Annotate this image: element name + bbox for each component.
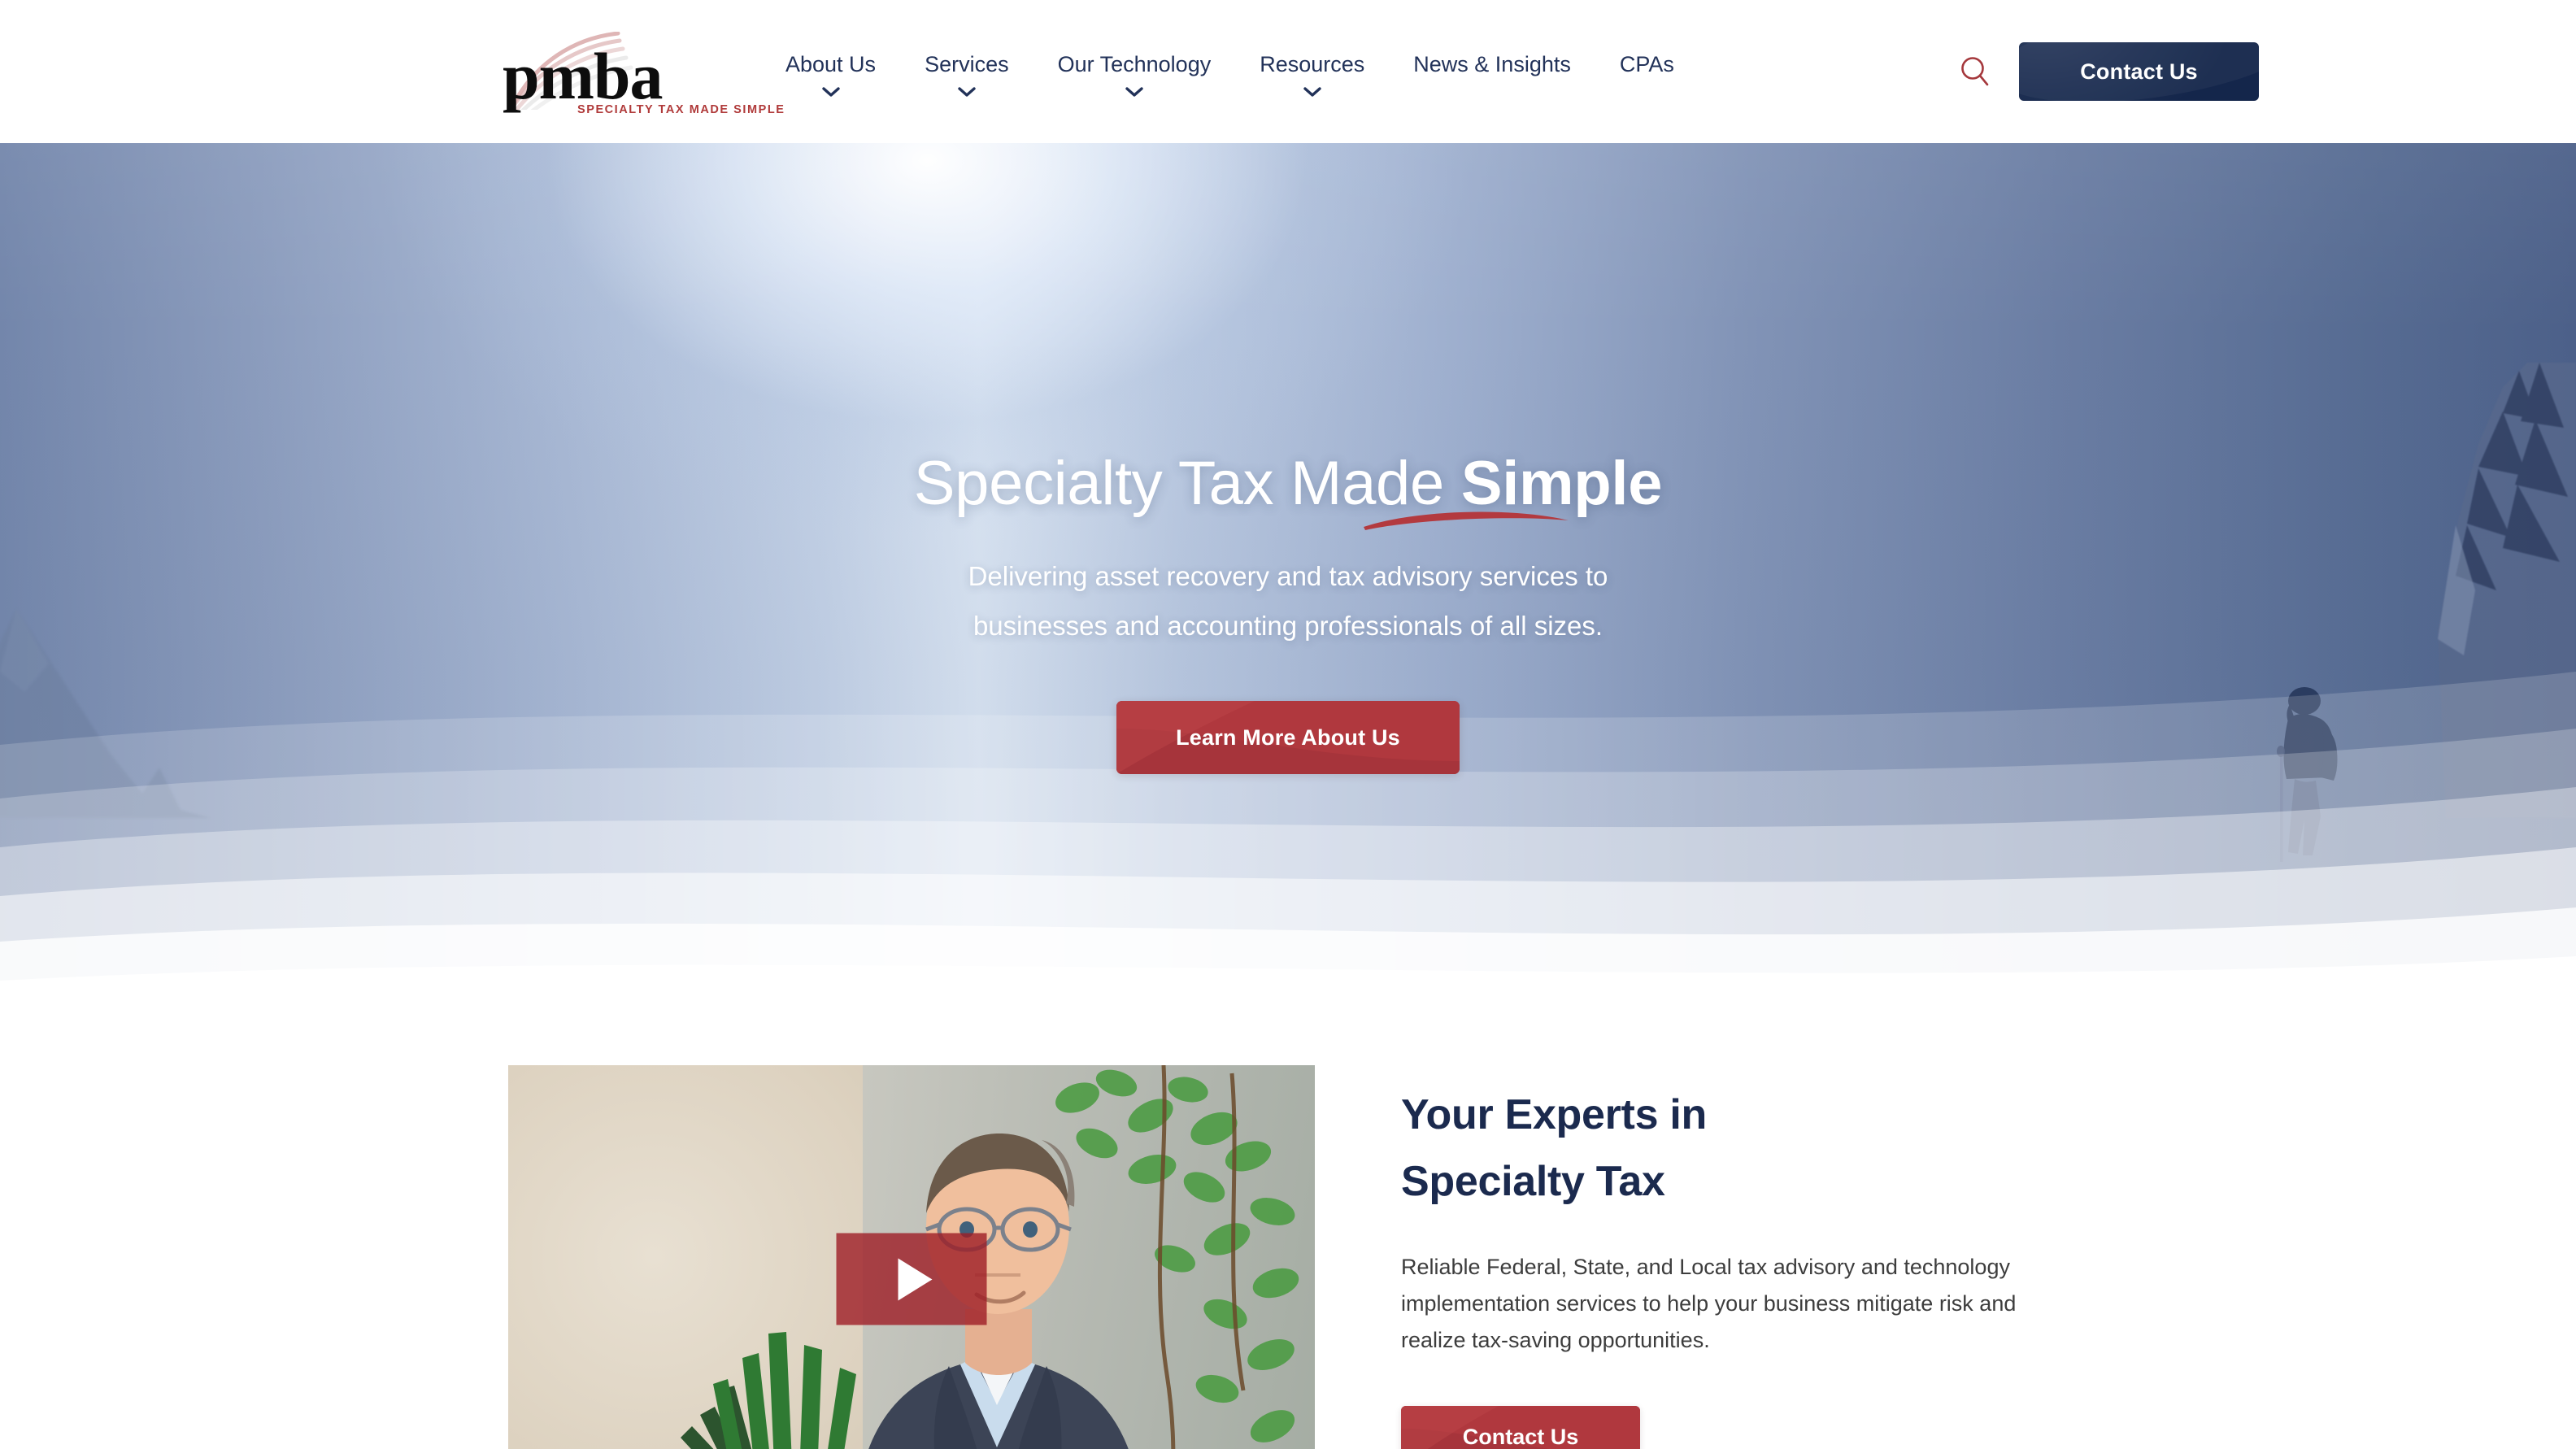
chevron-down-icon — [1125, 86, 1143, 98]
hero-title-strong: Simple — [1460, 449, 1663, 518]
hero-subtitle-line1: Delivering asset recovery and tax adviso… — [968, 561, 1608, 591]
video-play-overlay-button[interactable] — [836, 1233, 987, 1325]
play-icon — [898, 1258, 932, 1300]
nav-label: Our Technology — [1057, 52, 1212, 76]
site-logo[interactable]: pmba SPECIALTY TAX MADE SIMPLE — [503, 27, 784, 116]
nav-item-about-us[interactable]: About Us — [761, 50, 900, 98]
experts-text-column: Your Experts in Specialty Tax Reliable F… — [1401, 1065, 2068, 1449]
chevron-down-icon — [1303, 86, 1321, 98]
hero-title: Specialty Tax Made Simple — [0, 450, 2576, 517]
hero-subtitle: Delivering asset recovery and tax adviso… — [0, 551, 2576, 651]
chevron-down-icon — [958, 86, 976, 98]
nav-item-news-and-insights[interactable]: News & Insights — [1389, 50, 1595, 78]
logo-tagline: SPECIALTY TAX MADE SIMPLE — [577, 103, 785, 116]
nav-item-our-technology[interactable]: Our Technology — [1033, 50, 1236, 98]
nav-item-cpas[interactable]: CPAs — [1595, 50, 1699, 78]
nav-item-resources[interactable]: Resources — [1235, 50, 1389, 98]
section-paragraph: Reliable Federal, State, and Local tax a… — [1401, 1255, 2017, 1352]
nav-label: News & Insights — [1413, 52, 1571, 76]
button-label: Contact Us — [1462, 1425, 1579, 1449]
logo-wordmark: pmba — [503, 39, 664, 113]
button-label: Learn More About Us — [1176, 724, 1400, 750]
section-contact-us-button[interactable]: Contact Us — [1401, 1406, 1640, 1449]
chevron-down-icon — [821, 86, 840, 98]
hero-content: Specialty Tax Made Simple Delivering ass… — [0, 143, 2576, 774]
hero-section: Specialty Tax Made Simple Delivering ass… — [0, 143, 2576, 1013]
video-player[interactable]: Chris Vignone CEO 4:07 — [508, 1065, 1315, 1449]
header-contact-us-button[interactable]: Contact Us — [2019, 42, 2259, 101]
nav-label: CPAs — [1619, 52, 1674, 76]
section-heading: Your Experts in Specialty Tax — [1401, 1081, 2068, 1215]
nav-item-services[interactable]: Services — [900, 50, 1033, 98]
hero-subtitle-line2: businesses and accounting professionals … — [973, 611, 1603, 641]
hero-learn-more-button[interactable]: Learn More About Us — [1116, 701, 1460, 774]
section-heading-line1: Your Experts in — [1401, 1091, 1707, 1138]
main-navigation: About Us Services Our Technology Resourc… — [761, 46, 1931, 98]
nav-label: About Us — [785, 52, 877, 76]
button-label: Contact Us — [2080, 59, 2198, 84]
experts-section: Chris Vignone CEO 4:07 — [0, 1013, 2576, 1449]
site-header: pmba SPECIALTY TAX MADE SIMPLE About Us … — [0, 0, 2576, 143]
section-heading-line2: Specialty Tax — [1401, 1158, 1665, 1205]
nav-label: Resources — [1260, 52, 1365, 76]
search-icon[interactable] — [1952, 49, 1998, 94]
nav-label: Services — [925, 52, 1009, 76]
hero-title-normal: Specialty Tax Made — [913, 449, 1461, 518]
